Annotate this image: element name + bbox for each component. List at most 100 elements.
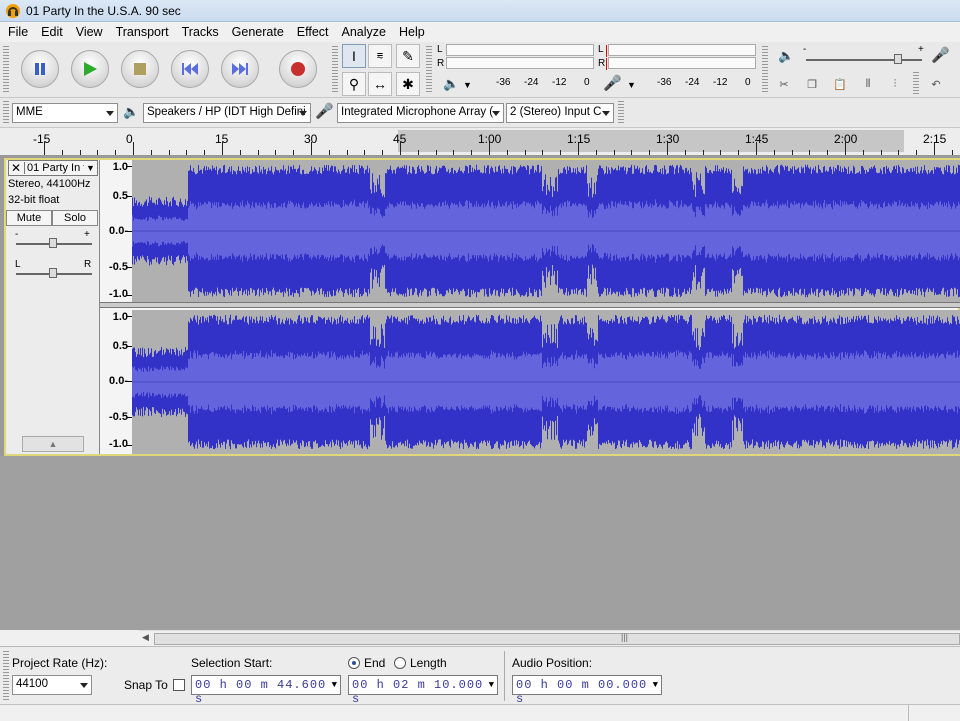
pause-button[interactable]: [21, 50, 59, 88]
ruler-minor-tick: [115, 150, 117, 155]
ruler-minor-tick: [239, 150, 241, 155]
menu-transport[interactable]: Transport: [116, 25, 169, 39]
solo-button[interactable]: Solo: [52, 210, 98, 226]
horizontal-scroll-thumb[interactable]: |||: [154, 632, 960, 645]
record-button[interactable]: [279, 50, 317, 88]
pencil-icon: ✎: [402, 47, 414, 64]
ruler-minor-tick: [862, 150, 864, 155]
menu-edit[interactable]: Edit: [41, 25, 63, 39]
snap-to-checkbox[interactable]: [173, 679, 185, 691]
audio-host-select[interactable]: MME: [12, 103, 118, 123]
ruler-minor-tick: [293, 150, 295, 155]
scroll-left-icon[interactable]: ◀: [142, 632, 149, 643]
zoom-tool[interactable]: ⚲: [342, 72, 366, 96]
play-meter-right-label: R: [437, 58, 445, 69]
toolbar-grip[interactable]: [913, 72, 919, 96]
record-meter-menu-arrow-icon[interactable]: ▼: [627, 80, 636, 90]
input-channels-select[interactable]: 2 (Stereo) Input C: [506, 103, 614, 123]
record-meter-right[interactable]: [608, 57, 756, 69]
chevron-down-icon[interactable]: ▼: [332, 680, 338, 690]
play-meter-left-label: L: [437, 44, 443, 55]
menu-effect[interactable]: Effect: [297, 25, 329, 39]
envelope-tool[interactable]: ⩳: [368, 44, 392, 68]
project-rate-select[interactable]: 44100: [12, 675, 92, 695]
empty-track-space[interactable]: [0, 456, 960, 630]
track-name-button[interactable]: ✕ 01 Party In t ▼: [8, 160, 98, 176]
track-menu-chevron-icon[interactable]: ▼: [86, 163, 95, 173]
trim-button[interactable]: ⫴: [857, 73, 879, 95]
triangle-up-icon: ▲: [48, 439, 58, 449]
vertical-scale-left[interactable]: 1.0 0.5 0.0- -0.5 -1.0: [100, 160, 132, 302]
ruler-label: 45: [393, 132, 407, 146]
length-radio[interactable]: [394, 657, 406, 669]
toolbar-grip[interactable]: [426, 46, 432, 94]
play-meter-right[interactable]: [446, 57, 594, 69]
time-shift-tool[interactable]: ↔: [368, 72, 392, 96]
close-icon[interactable]: ✕: [11, 161, 21, 175]
menu-file[interactable]: File: [8, 25, 28, 39]
i-beam-icon: I: [352, 48, 356, 64]
waveform-left-channel[interactable]: [132, 160, 960, 302]
scale-label: -1.0: [109, 438, 128, 450]
toolbar-grip[interactable]: [618, 101, 624, 125]
input-device-select[interactable]: Integrated Microphone Array (: [337, 103, 504, 123]
stop-button[interactable]: [121, 50, 159, 88]
selection-tool[interactable]: I: [342, 44, 366, 68]
play-meter-scale-12: -12: [552, 77, 567, 88]
toolbar-grip[interactable]: [3, 651, 9, 701]
skip-to-start-button[interactable]: [171, 50, 209, 88]
ruler-label: 1:30: [656, 132, 680, 146]
project-rate-value: 44100: [16, 678, 48, 690]
microphone-icon: 🎤: [315, 103, 334, 120]
undo-button[interactable]: ↶: [925, 73, 947, 95]
paste-button[interactable]: 📋: [829, 73, 851, 95]
track-format-info: Stereo, 44100Hz: [8, 178, 91, 190]
selection-start-value: 00 h 00 m 44.600 s: [195, 678, 327, 706]
output-volume-slider[interactable]: [806, 59, 922, 61]
skip-to-end-button[interactable]: [221, 50, 259, 88]
selection-end-field[interactable]: 00 h 02 m 10.000 s ▼: [348, 675, 498, 706]
menu-tracks[interactable]: Tracks: [182, 25, 219, 39]
ruler-minor-tick: [524, 150, 526, 155]
record-meter-left[interactable]: [608, 44, 756, 56]
pan-slider-thumb[interactable]: [49, 268, 57, 278]
end-label: End: [364, 656, 386, 670]
ruler-minor-tick: [453, 150, 455, 155]
ruler-minor-tick: [631, 150, 633, 155]
toolbar-grip[interactable]: [332, 46, 338, 94]
horizontal-scrollbar[interactable]: ◀ |||: [138, 630, 960, 646]
timeline-ruler[interactable]: -15 0 15 30 45 1:00 1:15 1:30 1:45 2:00 2:15: [0, 128, 960, 156]
play-button[interactable]: [71, 50, 109, 88]
multi-tool[interactable]: ✱: [396, 72, 420, 96]
silence-button[interactable]: ⫶: [884, 73, 906, 95]
end-radio[interactable]: [348, 657, 360, 669]
selection-start-label: Selection Start:: [191, 656, 273, 670]
collapse-track-button[interactable]: ▲: [22, 436, 84, 452]
ruler-label: 30: [304, 132, 318, 146]
cut-button[interactable]: ✂: [773, 73, 795, 95]
draw-tool[interactable]: ✎: [396, 44, 420, 68]
ruler-minor-tick: [595, 150, 597, 155]
output-volume-thumb[interactable]: [894, 54, 902, 64]
toolbar-grip[interactable]: [3, 46, 9, 94]
vertical-scale-right[interactable]: 1.0 0.5 0.0- -0.5 -1.0: [100, 310, 132, 454]
channel-separator: [100, 302, 960, 308]
selection-start-field[interactable]: 00 h 00 m 44.600 s ▼: [191, 675, 341, 706]
gain-slider-thumb[interactable]: [49, 238, 57, 248]
play-meter-left[interactable]: [446, 44, 594, 56]
toolbar-grip[interactable]: [3, 101, 9, 125]
mute-button[interactable]: Mute: [6, 210, 52, 226]
ruler-minor-tick: [898, 150, 900, 155]
menu-view[interactable]: View: [76, 25, 103, 39]
audio-position-field[interactable]: 00 h 00 m 00.000 s ▼: [512, 675, 662, 706]
output-device-select[interactable]: Speakers / HP (IDT High Defini: [143, 103, 311, 123]
menu-help[interactable]: Help: [399, 25, 425, 39]
chevron-down-icon[interactable]: ▼: [489, 680, 495, 690]
menu-generate[interactable]: Generate: [232, 25, 284, 39]
chevron-down-icon[interactable]: ▼: [653, 680, 659, 690]
toolbar-grip[interactable]: [762, 46, 768, 94]
waveform-right-channel[interactable]: [132, 310, 960, 454]
copy-button[interactable]: ❐: [801, 73, 823, 95]
menu-analyze[interactable]: Analyze: [342, 25, 386, 39]
play-meter-menu-arrow-icon[interactable]: ▼: [463, 80, 472, 90]
